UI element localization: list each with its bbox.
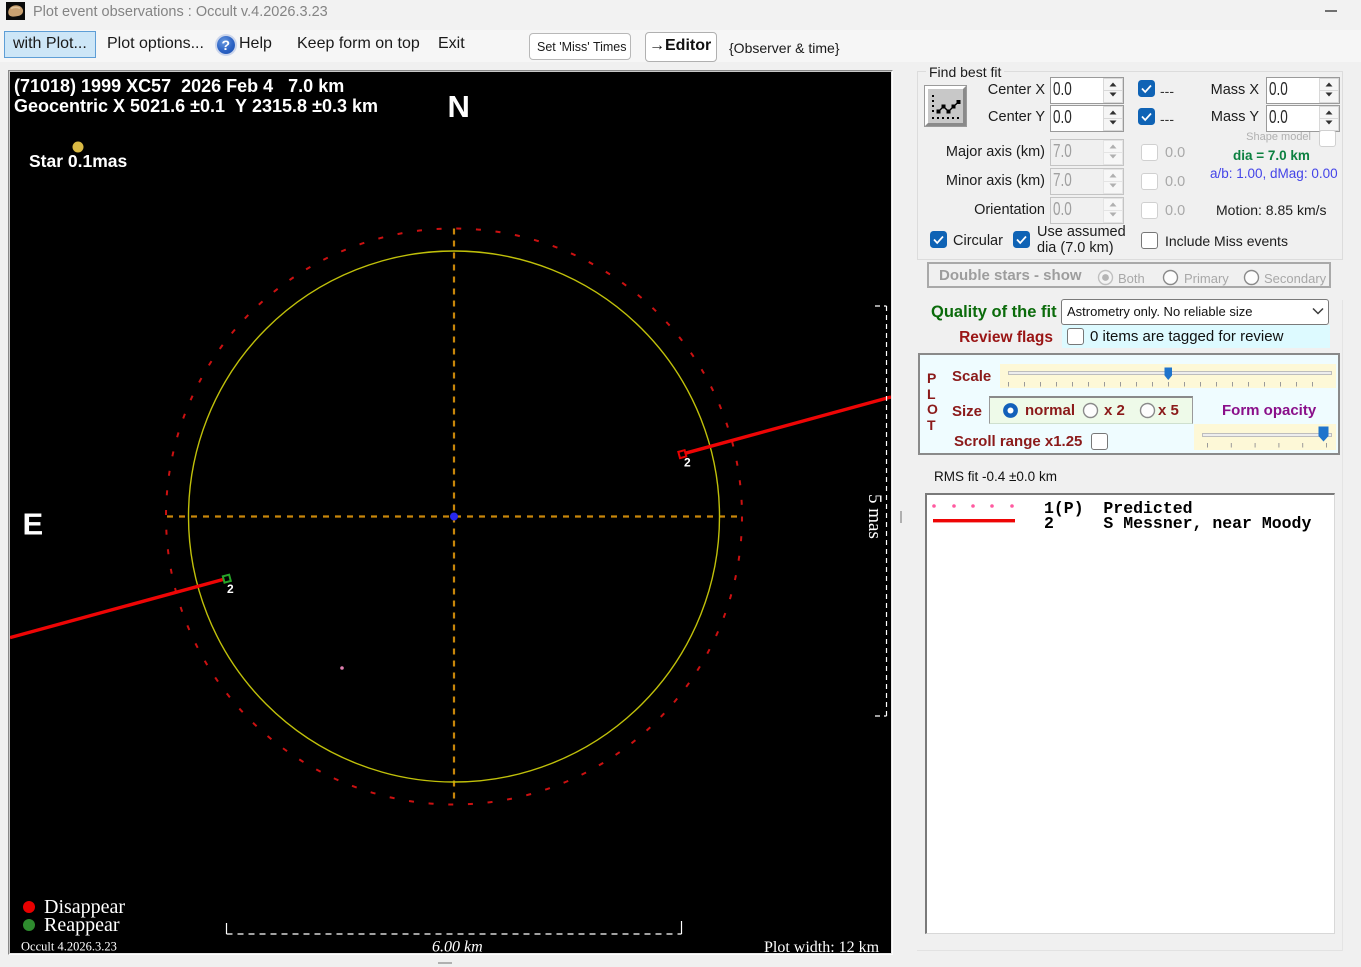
svg-text:Star 0.1mas: Star 0.1mas [29,151,128,171]
svg-text:(71018) 1999 XC57 2026 Feb 4: (71018) 1999 XC57 2026 Feb 4 7.0 km [14,76,344,96]
svg-text:Occult 4.2026.3.23: Occult 4.2026.3.23 [21,940,117,954]
svg-text:Geocentric X 5021.6 ±0.1 Y 23: Geocentric X 5021.6 ±0.1 Y 2315.8 ±0.3 k… [14,96,378,116]
svg-text:2: 2 [227,582,234,596]
svg-text:6.00 km: 6.00 km [432,939,483,954]
svg-text:E: E [23,507,44,542]
svg-text:2: 2 [684,456,691,470]
svg-text:Plot width: 12 km: Plot width: 12 km [764,939,880,953]
svg-text:Reappear: Reappear [44,914,120,936]
svg-text:N: N [448,89,470,124]
